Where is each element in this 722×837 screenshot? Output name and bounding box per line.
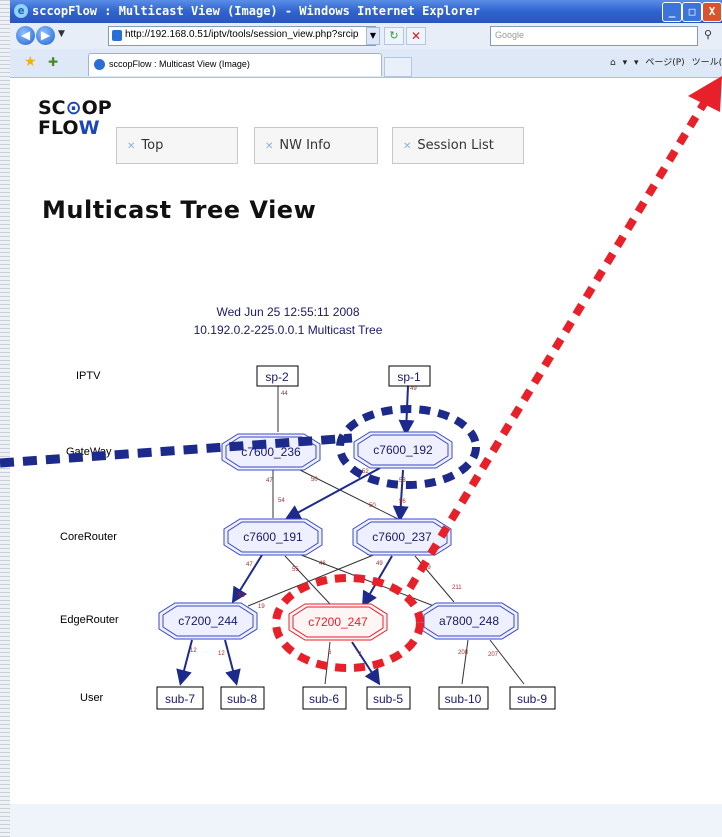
svg-text:c7200_247: c7200_247 xyxy=(308,615,368,629)
svg-text:sub-10: sub-10 xyxy=(445,692,482,706)
node-a7800-248[interactable]: a7800_248 xyxy=(419,602,519,640)
svg-text:207: 207 xyxy=(488,652,499,658)
node-sub-8[interactable]: sub-8 xyxy=(220,686,265,710)
svg-text:c7600_192: c7600_192 xyxy=(373,443,433,457)
node-c7600-191[interactable]: c7600_191 xyxy=(223,518,323,556)
svg-text:6: 6 xyxy=(328,650,332,656)
node-sub-10[interactable]: sub-10 xyxy=(438,686,489,710)
tree-timestamp: Wed Jun 25 12:55:11 2008 xyxy=(216,305,359,319)
svg-text:sp-1: sp-1 xyxy=(397,370,421,384)
svg-text:208: 208 xyxy=(458,650,469,656)
svg-text:55: 55 xyxy=(292,567,299,573)
svg-text:46: 46 xyxy=(319,561,326,567)
node-sp-1[interactable]: sp-1 xyxy=(388,365,431,387)
svg-text:sub-5: sub-5 xyxy=(373,692,403,706)
level-iptv: IPTV xyxy=(76,370,101,382)
svg-text:12: 12 xyxy=(190,648,197,654)
svg-text:47: 47 xyxy=(246,562,253,568)
node-sub-6[interactable]: sub-6 xyxy=(302,686,347,710)
svg-text:53: 53 xyxy=(399,478,406,484)
svg-text:sp-2: sp-2 xyxy=(265,370,289,384)
svg-text:52: 52 xyxy=(362,469,369,475)
svg-text:sub-7: sub-7 xyxy=(165,692,195,706)
annotation-red-arrow xyxy=(406,76,722,591)
node-sub-9[interactable]: sub-9 xyxy=(509,686,556,710)
svg-text:a7800_248: a7800_248 xyxy=(439,614,499,628)
tree-subtitle: 10.192.0.2-225.0.0.1 Multicast Tree xyxy=(194,323,383,337)
node-c7200-247[interactable]: c7200_247 xyxy=(288,603,388,641)
svg-text:c7600_191: c7600_191 xyxy=(243,530,303,544)
node-sub-7[interactable]: sub-7 xyxy=(156,686,204,710)
level-edgerouter: EdgeRouter xyxy=(60,614,119,626)
svg-text:211: 211 xyxy=(452,585,462,591)
svg-text:47: 47 xyxy=(266,478,273,484)
svg-text:sub-9: sub-9 xyxy=(517,692,547,706)
svg-text:c7600_237: c7600_237 xyxy=(372,530,432,544)
svg-text:12: 12 xyxy=(218,651,225,657)
svg-text:49: 49 xyxy=(376,561,383,567)
svg-text:50: 50 xyxy=(311,477,318,483)
svg-text:56: 56 xyxy=(399,499,406,505)
svg-text:19: 19 xyxy=(258,604,265,610)
svg-text:sub-8: sub-8 xyxy=(227,692,257,706)
node-c7200-244[interactable]: c7200_244 xyxy=(158,602,258,640)
level-user: User xyxy=(80,692,104,704)
level-corerouter: CoreRouter xyxy=(60,531,117,543)
multicast-tree-graph: Wed Jun 25 12:55:11 2008 10.192.0.2-225.… xyxy=(0,76,722,710)
node-c7600-192[interactable]: c7600_192 xyxy=(353,431,453,469)
svg-text:44: 44 xyxy=(281,391,288,397)
svg-text:sub-6: sub-6 xyxy=(309,692,339,706)
svg-text:51: 51 xyxy=(238,593,245,599)
svg-text:c7600_236: c7600_236 xyxy=(241,445,301,459)
svg-text:50: 50 xyxy=(369,503,376,509)
node-sp-2[interactable]: sp-2 xyxy=(256,365,299,387)
node-sub-5[interactable]: sub-5 xyxy=(366,686,411,710)
svg-text:54: 54 xyxy=(278,498,285,504)
svg-text:c7200_244: c7200_244 xyxy=(178,614,238,628)
svg-text:49: 49 xyxy=(410,386,417,392)
